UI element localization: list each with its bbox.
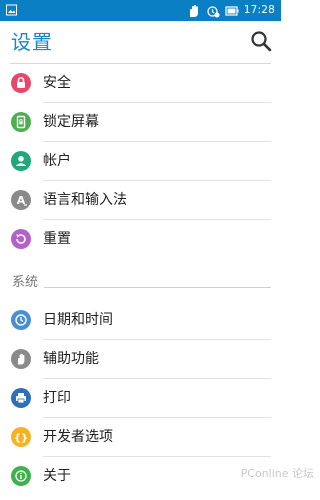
watermark: PConline 论坛	[240, 467, 314, 480]
person-icon	[11, 151, 31, 171]
hand-icon	[11, 349, 31, 369]
system-section-header: 系统	[0, 272, 281, 294]
section-title: 系统	[12, 275, 39, 290]
settings-item-date-time[interactable]: 日期和时间	[0, 301, 281, 340]
reset-icon	[11, 229, 31, 249]
section-divider	[44, 287, 271, 288]
code-braces-icon: {}	[11, 427, 31, 447]
settings-item-lock-screen[interactable]: 锁定屏幕	[0, 103, 281, 142]
svg-text:{}: {}	[14, 433, 28, 444]
settings-item-label: 语言和输入法	[43, 192, 127, 208]
settings-item-print[interactable]: 打印	[0, 379, 281, 418]
settings-item-label: 锁定屏幕	[43, 114, 99, 130]
settings-item-developer-options[interactable]: {} 开发者选项	[0, 418, 281, 457]
settings-item-label: 开发者选项	[43, 429, 113, 445]
status-time: 17:28	[243, 4, 275, 16]
phone-lock-icon	[11, 112, 31, 132]
lock-icon	[11, 73, 31, 93]
settings-item-label: 安全	[43, 75, 71, 91]
settings-item-label: 辅助功能	[43, 351, 99, 367]
settings-item-label: 帐户	[43, 153, 71, 169]
settings-item-accounts[interactable]: 帐户	[0, 142, 281, 181]
page-title: 设置	[11, 30, 53, 54]
status-bar: 17:28	[0, 0, 281, 21]
settings-item-language-input[interactable]: A 语言和输入法	[0, 181, 281, 220]
search-icon[interactable]	[249, 29, 273, 53]
settings-item-label: 日期和时间	[43, 312, 113, 328]
settings-item-label: 重置	[43, 231, 71, 247]
settings-item-security[interactable]: 安全	[0, 64, 281, 103]
language-icon: A	[11, 190, 31, 210]
battery-icon	[225, 5, 239, 16]
app-header: 设置	[0, 21, 281, 64]
printer-icon	[11, 388, 31, 408]
info-icon	[11, 466, 31, 486]
settings-item-accessibility[interactable]: 辅助功能	[0, 340, 281, 379]
settings-item-label: 打印	[43, 390, 71, 406]
settings-item-reset[interactable]: 重置	[0, 220, 281, 259]
clock-icon	[11, 310, 31, 330]
hand-status-icon	[189, 4, 198, 17]
alarm-icon	[207, 5, 220, 17]
image-icon	[6, 4, 17, 16]
settings-item-label: 关于	[43, 468, 71, 484]
settings-item-about[interactable]: 关于	[0, 457, 281, 496]
